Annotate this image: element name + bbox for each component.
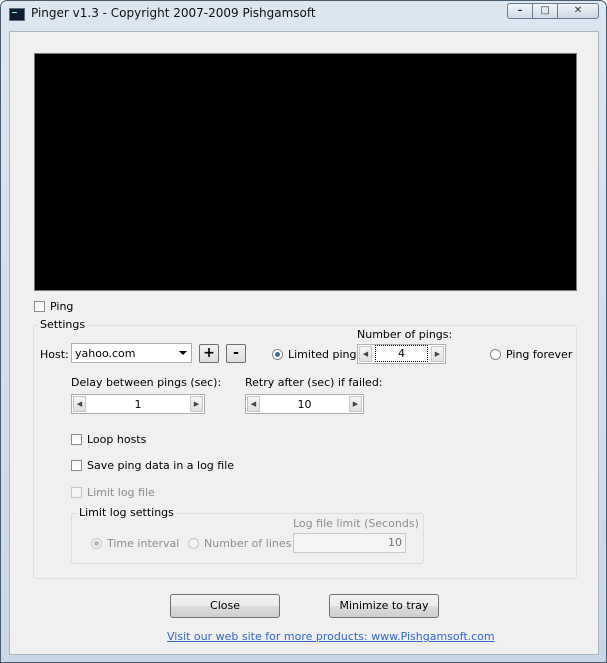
minimize-icon: –	[517, 5, 523, 16]
title-bar[interactable]: Pinger v1.3 - Copyright 2007-2009 Pishga…	[1, 1, 606, 25]
increment-arrow-icon[interactable]: ▶	[431, 346, 444, 362]
number-of-pings-spinner[interactable]: ◀ 4 ▶	[357, 344, 446, 364]
ping-output-console[interactable]	[34, 53, 577, 291]
retry-spinner[interactable]: ◀ 10 ▶	[245, 394, 364, 414]
chevron-down-icon[interactable]	[179, 351, 187, 355]
decrement-arrow-icon[interactable]: ◀	[359, 346, 372, 362]
limit-log-option[interactable]: Limit log file	[71, 486, 155, 499]
close-window-button[interactable]: ✕	[557, 3, 599, 19]
save-log-option[interactable]: Save ping data in a log file	[71, 459, 234, 472]
number-of-lines-radio[interactable]	[188, 538, 199, 549]
ping-checkbox-label: Ping	[50, 300, 74, 313]
limited-ping-radio[interactable]	[272, 349, 283, 360]
console-app-icon[interactable]	[9, 8, 25, 21]
delay-value[interactable]: 1	[88, 398, 188, 411]
limit-log-settings-legend: Limit log settings	[77, 506, 176, 519]
window-title: Pinger v1.3 - Copyright 2007-2009 Pishga…	[31, 6, 316, 20]
delay-spinner[interactable]: ◀ 1 ▶	[71, 394, 205, 414]
close-icon: ✕	[573, 5, 583, 16]
ping-forever-option[interactable]: Ping forever	[490, 348, 572, 361]
decrement-arrow-icon[interactable]: ◀	[73, 396, 86, 412]
save-log-checkbox[interactable]	[71, 460, 82, 471]
time-interval-radio[interactable]	[91, 538, 102, 549]
add-host-button[interactable]: +	[199, 344, 219, 363]
loop-hosts-label: Loop hosts	[87, 433, 147, 446]
loop-hosts-option[interactable]: Loop hosts	[71, 433, 146, 446]
remove-host-button[interactable]: -	[226, 344, 246, 363]
limited-ping-label: Limited ping	[288, 348, 357, 361]
website-link[interactable]: Visit our web site for more products: ww…	[167, 630, 495, 643]
minimize-to-tray-button[interactable]: Minimize to tray	[329, 594, 439, 618]
maximize-button[interactable]: □	[532, 3, 557, 19]
loop-hosts-checkbox[interactable]	[71, 434, 82, 445]
host-value: yahoo.com	[75, 347, 136, 360]
caption-buttons: – □ ✕	[507, 3, 599, 20]
retry-label: Retry after (sec) if failed:	[245, 376, 383, 389]
number-of-pings-label: Number of pings:	[357, 328, 453, 341]
number-of-lines-label: Number of lines	[204, 537, 292, 550]
ping-checkbox-row[interactable]: Ping	[34, 300, 73, 313]
log-limit-input[interactable]: 10	[293, 533, 406, 553]
close-button[interactable]: Close	[170, 594, 280, 618]
maximize-icon: □	[540, 5, 550, 16]
pinger-window: Pinger v1.3 - Copyright 2007-2009 Pishga…	[0, 0, 607, 663]
host-label: Host:	[40, 348, 69, 361]
number-of-lines-option[interactable]: Number of lines	[188, 537, 291, 550]
client-area: Ping Settings Host: yahoo.com + - Limite…	[9, 31, 599, 655]
delay-label: Delay between pings (sec):	[71, 376, 222, 389]
decrement-arrow-icon[interactable]: ◀	[247, 396, 260, 412]
time-interval-option[interactable]: Time interval	[91, 537, 179, 550]
ping-forever-label: Ping forever	[506, 348, 573, 361]
number-of-pings-value[interactable]: 4	[375, 345, 428, 362]
increment-arrow-icon[interactable]: ▶	[349, 396, 362, 412]
minimize-button[interactable]: –	[507, 3, 532, 19]
limit-log-checkbox[interactable]	[71, 487, 82, 498]
ping-forever-radio[interactable]	[490, 349, 501, 360]
log-limit-label: Log file limit (Seconds)	[293, 517, 419, 530]
ping-checkbox[interactable]	[34, 301, 45, 312]
limited-ping-option[interactable]: Limited ping	[272, 348, 357, 361]
save-log-label: Save ping data in a log file	[87, 459, 235, 472]
settings-legend: Settings	[38, 318, 88, 331]
increment-arrow-icon[interactable]: ▶	[190, 396, 203, 412]
time-interval-label: Time interval	[107, 537, 180, 550]
retry-value[interactable]: 10	[262, 398, 347, 411]
limit-log-label: Limit log file	[87, 486, 155, 499]
host-combobox[interactable]: yahoo.com	[71, 343, 192, 363]
